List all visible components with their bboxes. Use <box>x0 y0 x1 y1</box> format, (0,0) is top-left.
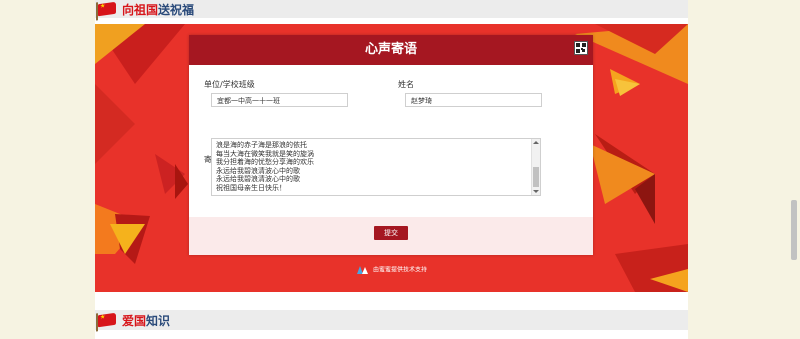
textarea-scrollbar[interactable] <box>531 139 540 195</box>
name-label: 姓名 <box>398 80 414 89</box>
message-line: 浪是海的赤子海是那浪的依托 <box>216 141 307 149</box>
message-line: 祝祖国母亲生日快乐！ <box>216 183 286 192</box>
message-line: 我分担着海的忧愁分享海的欢乐 <box>216 158 314 167</box>
scroll-up-icon[interactable] <box>533 141 539 144</box>
message-line: 每当大海在微笑我就是笑的旋涡 <box>216 149 314 158</box>
unit-label: 单位/学校班级 <box>204 80 255 89</box>
main-content: ★ 向祖国送祝福 心声寄语 单位/学校班级 宜都一中高一十一班 姓名 赵梦琦 浪… <box>95 0 688 339</box>
china-flag-icon: ★ <box>98 312 116 328</box>
unit-input[interactable]: 宜都一中高一十一班 <box>211 93 348 107</box>
form-title: 心声寄语 <box>189 35 593 65</box>
china-flag-icon: ★ <box>98 1 116 17</box>
section-title-wishes: 向祖国送祝福 <box>122 3 195 17</box>
message-line: 永远给我碧浪清波心中的歌 <box>216 175 300 184</box>
tech-support: 由蜜蜜提供技术支持 <box>357 266 427 275</box>
tech-support-text: 由蜜蜜提供技术支持 <box>373 266 428 274</box>
message-textarea[interactable]: 浪是海的赤子海是那浪的依托 每当大海在微笑我就是笑的旋涡 我分担着海的忧愁分享海的欢… <box>211 138 541 196</box>
provider-logo-icon <box>357 266 368 274</box>
message-text: 浪是海的赤子海是那浪的依托 每当大海在微笑我就是笑的旋涡 我分担着海的忧愁分享海的欢… <box>216 141 314 193</box>
scroll-down-icon[interactable] <box>533 190 539 193</box>
page-scrollbar[interactable] <box>791 200 797 260</box>
section-header-knowledge: ★ 爱国知识 <box>95 310 688 330</box>
form-footer: 提交 <box>189 217 593 255</box>
section-header-wishes: ★ 向祖国送祝福 <box>95 0 688 18</box>
scroll-thumb[interactable] <box>533 167 539 187</box>
section-title-knowledge: 爱国知识 <box>122 314 171 328</box>
wish-banner: 心声寄语 单位/学校班级 宜都一中高一十一班 姓名 赵梦琦 寄语 浪是海的赤子海… <box>95 24 688 292</box>
name-input[interactable]: 赵梦琦 <box>405 93 542 107</box>
submit-button[interactable]: 提交 <box>374 226 408 240</box>
message-form-card: 心声寄语 单位/学校班级 宜都一中高一十一班 姓名 赵梦琦 寄语 浪是海的赤子海… <box>189 35 593 255</box>
qr-code-icon[interactable] <box>574 41 588 55</box>
